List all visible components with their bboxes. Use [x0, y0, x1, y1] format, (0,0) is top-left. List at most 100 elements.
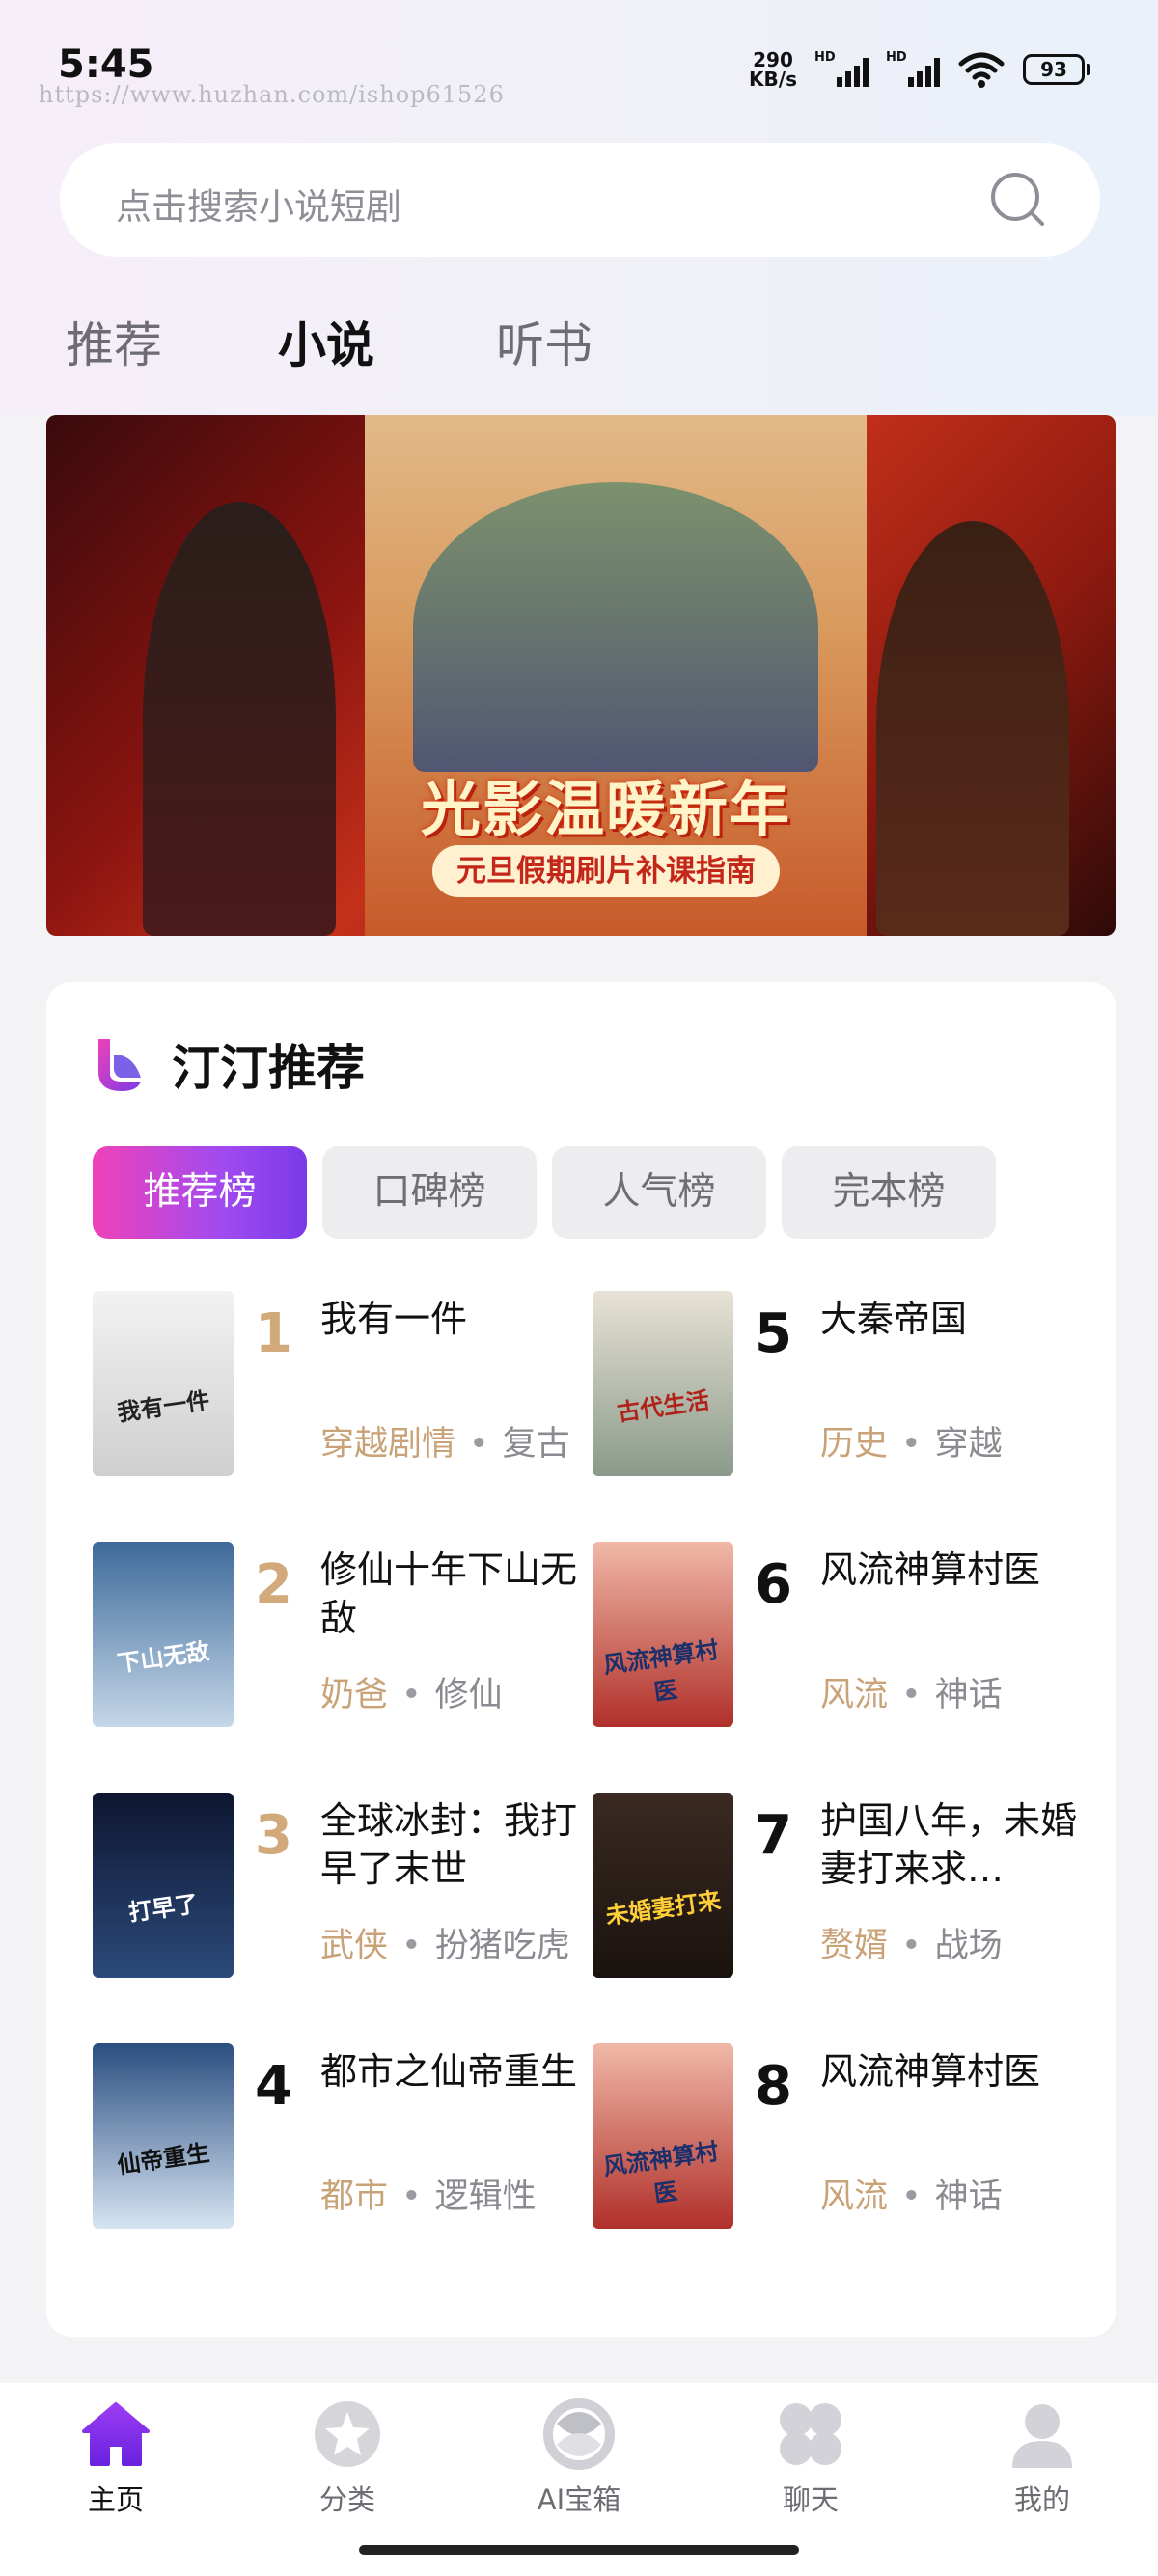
- book-item[interactable]: 下山无敌 2 修仙十年下山无敌 奶爸 • 修仙: [93, 1542, 594, 1735]
- book-item[interactable]: 风流神算村医 6 风流神算村医 风流 • 神话: [593, 1542, 1094, 1735]
- book-tag-primary: 风流: [820, 2178, 889, 2216]
- promo-banner[interactable]: 光影温暖新年 元旦假期刷片补课指南: [46, 415, 1116, 936]
- nav-category-label: 分类: [318, 2483, 375, 2516]
- tab-recommend[interactable]: 推荐: [66, 307, 162, 376]
- ai-box-icon[interactable]: [543, 2398, 615, 2470]
- section-header: 汀汀推荐: [91, 1030, 365, 1098]
- book-tag-secondary: 神话: [934, 2178, 1003, 2216]
- banner-subtitle: 元旦假期刷片补课指南: [432, 845, 780, 897]
- book-tag-secondary: 战场: [934, 1927, 1003, 1965]
- rank-tab-recommend[interactable]: 推荐榜: [93, 1146, 307, 1239]
- book-tag-primary: 奶爸: [320, 1676, 389, 1714]
- battery-indicator: 93: [1023, 54, 1090, 85]
- network-speed: 290 KB/s: [749, 50, 797, 89]
- rank-tabs: 推荐榜 口碑榜 人气榜 完本榜: [93, 1146, 996, 1239]
- banner-figure-group: [413, 482, 818, 772]
- book-tag-primary: 武侠: [320, 1927, 389, 1965]
- book-item[interactable]: 未婚妻打来 7 护国八年，未婚妻打来求… 赘婿 • 战场: [593, 1793, 1094, 1986]
- network-speed-unit: KB/s: [749, 68, 797, 91]
- rank-tab-completed[interactable]: 完本榜: [782, 1146, 996, 1239]
- tab-audiobook[interactable]: 听书: [496, 307, 593, 376]
- book-tag-secondary: 神话: [934, 1676, 1003, 1714]
- book-item[interactable]: 打早了 3 全球冰封：我打早了末世 武侠 • 扮猪吃虎: [93, 1793, 594, 1986]
- book-cover[interactable]: 风流神算村医: [593, 2043, 733, 2229]
- nav-home-label: 主页: [87, 2483, 144, 2516]
- chat-icon[interactable]: [775, 2398, 846, 2470]
- book-tags: 都市 • 逻辑性: [320, 2178, 537, 2216]
- nav-profile-label: 我的: [1013, 2483, 1070, 2516]
- book-rank: 3: [255, 1804, 292, 1867]
- status-bar: 5:45 https://www.huzhan.com/ishop61526 2…: [0, 0, 1158, 125]
- sim1-hd-label: HD: [814, 50, 836, 65]
- rank-tab-reputation[interactable]: 口碑榜: [322, 1146, 537, 1239]
- home-icon[interactable]: [80, 2398, 152, 2470]
- home-indicator-bar[interactable]: [359, 2545, 799, 2555]
- book-cover-text: 未婚妻打来: [603, 1886, 723, 1931]
- book-cover[interactable]: 打早了: [93, 1793, 234, 1978]
- nav-chat-label: 聊天: [782, 2483, 839, 2516]
- category-icon[interactable]: [312, 2398, 383, 2470]
- book-tags: 风流 • 神话: [820, 1676, 1003, 1714]
- book-title[interactable]: 都市之仙帝重生: [320, 2047, 581, 2096]
- nav-ai-box-label: AI宝箱: [537, 2483, 621, 2516]
- book-tags: 赘婿 • 战场: [820, 1927, 1003, 1965]
- book-title[interactable]: 我有一件: [320, 1295, 581, 1343]
- book-tags: 穿越剧情 • 复古: [320, 1425, 570, 1464]
- book-cover-text: 风流神算村医: [601, 2137, 721, 2208]
- tab-novel[interactable]: 小说: [278, 307, 374, 376]
- book-tags: 历史 • 穿越: [820, 1425, 1003, 1464]
- book-title[interactable]: 风流神算村医: [820, 2047, 1081, 2096]
- book-rank: 8: [755, 2055, 792, 2118]
- banner-title: 光影温暖新年: [420, 774, 791, 844]
- book-tag-secondary: 穿越: [934, 1425, 1003, 1464]
- book-title[interactable]: 全球冰封：我打早了末世: [320, 1796, 581, 1893]
- book-tags: 奶爸 • 修仙: [320, 1676, 503, 1714]
- book-cover[interactable]: 未婚妻打来: [593, 1793, 733, 1978]
- book-cover[interactable]: 我有一件: [93, 1291, 234, 1476]
- profile-icon[interactable]: [1006, 2398, 1078, 2470]
- book-tag-secondary: 逻辑性: [434, 2178, 537, 2216]
- search-input[interactable]: 点击搜索小说短剧: [60, 143, 1100, 257]
- book-tag-primary: 风流: [820, 1676, 889, 1714]
- nav-chat[interactable]: 聊天: [733, 2398, 888, 2518]
- book-cover-text: 风流神算村医: [601, 1635, 721, 1707]
- book-title[interactable]: 风流神算村医: [820, 1546, 1081, 1594]
- book-item[interactable]: 仙帝重生 4 都市之仙帝重生 都市 • 逻辑性: [93, 2043, 594, 2236]
- rank-tab-popularity[interactable]: 人气榜: [552, 1146, 766, 1239]
- book-tags: 风流 • 神话: [820, 2178, 1003, 2216]
- nav-category[interactable]: 分类: [270, 2398, 425, 2518]
- book-rank: 5: [755, 1302, 792, 1365]
- book-cover-text: 我有一件: [115, 1386, 211, 1427]
- book-cover[interactable]: 风流神算村医: [593, 1542, 733, 1727]
- book-tags: 武侠 • 扮猪吃虎: [320, 1927, 570, 1965]
- book-item[interactable]: 风流神算村医 8 风流神算村医 风流 • 神话: [593, 2043, 1094, 2236]
- book-rank: 6: [755, 1553, 792, 1616]
- book-title[interactable]: 修仙十年下山无敌: [320, 1546, 581, 1642]
- watermark-text: https://www.huzhan.com/ishop61526: [39, 81, 505, 108]
- book-item[interactable]: 古代生活 5 大秦帝国 历史 • 穿越: [593, 1291, 1094, 1484]
- nav-home[interactable]: 主页: [39, 2398, 193, 2518]
- book-rank: 4: [255, 2055, 292, 2118]
- book-tag-secondary: 扮猪吃虎: [434, 1927, 570, 1965]
- book-tag-primary: 历史: [820, 1425, 889, 1464]
- book-cover[interactable]: 下山无敌: [93, 1542, 234, 1727]
- sim2-hd-label: HD: [886, 50, 907, 65]
- book-cover-text: 古代生活: [615, 1386, 711, 1427]
- nav-profile[interactable]: 我的: [965, 2398, 1119, 2518]
- search-icon[interactable]: [988, 170, 1048, 230]
- book-rank: 1: [255, 1302, 292, 1365]
- book-title[interactable]: 护国八年，未婚妻打来求…: [820, 1796, 1081, 1893]
- book-item[interactable]: 我有一件 1 我有一件 穿越剧情 • 复古: [93, 1291, 594, 1484]
- section-title: 汀汀推荐: [172, 1040, 365, 1096]
- banner-figure-left: [143, 502, 336, 936]
- book-cover-text: 下山无敌: [115, 1637, 211, 1678]
- nav-ai-box[interactable]: AI宝箱: [502, 2398, 656, 2518]
- book-tag-primary: 穿越剧情: [320, 1425, 456, 1464]
- book-cover[interactable]: 仙帝重生: [93, 2043, 234, 2229]
- signal-icon-sim2: HD: [886, 50, 940, 89]
- search-placeholder: 点击搜索小说短剧: [116, 186, 401, 228]
- book-cover[interactable]: 古代生活: [593, 1291, 733, 1476]
- book-title[interactable]: 大秦帝国: [820, 1295, 1081, 1343]
- wifi-icon: [958, 52, 1005, 88]
- book-tag-primary: 都市: [320, 2178, 389, 2216]
